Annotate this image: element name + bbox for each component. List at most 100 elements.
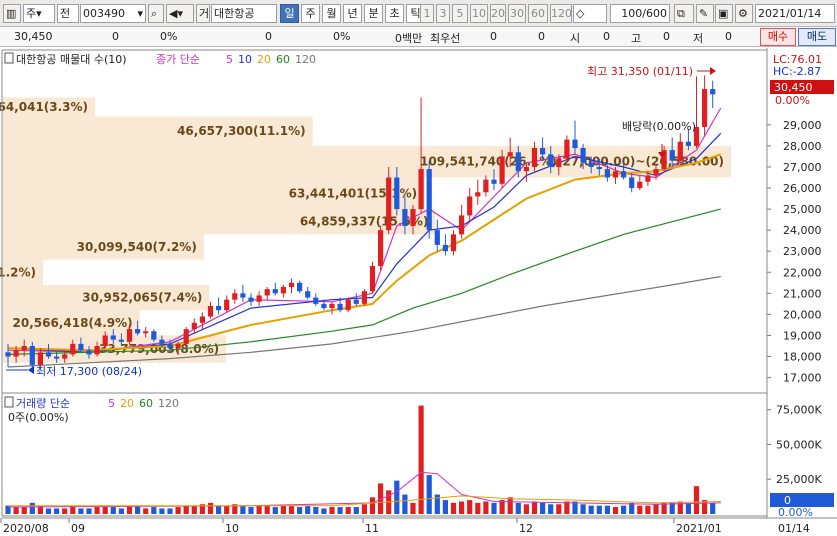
step-button-10[interactable]: 10 <box>470 4 488 23</box>
gear-icon[interactable]: ⚙ <box>735 4 753 23</box>
buy-button[interactable]: 매수 <box>760 28 796 46</box>
candle-body <box>175 343 181 349</box>
volume-bar <box>629 502 635 514</box>
prev-select[interactable]: 전 <box>57 4 79 23</box>
volume-bar <box>580 504 586 514</box>
high-label: 고 <box>631 32 642 45</box>
candle-body <box>523 166 529 172</box>
candle-body <box>685 141 691 146</box>
candle-body <box>29 345 35 365</box>
price-tick-label: 22,000 <box>783 266 822 279</box>
step-button-120[interactable]: 120 <box>550 4 572 23</box>
candle-body <box>45 352 52 357</box>
period-tab-0[interactable]: 일 <box>280 4 299 23</box>
step-button-30[interactable]: 30 <box>508 4 526 23</box>
step-button-5[interactable]: 5 <box>452 4 468 23</box>
type-select[interactable]: 주▾ <box>23 4 55 23</box>
date-field[interactable]: 2021/01/14 <box>755 4 835 23</box>
volume-bar <box>475 502 481 514</box>
trader-label: 최우선 <box>430 32 461 45</box>
volume-info: 0주(0.00%) <box>8 411 69 424</box>
candle-body <box>13 350 19 357</box>
volume-profile-label: 5,125,236(1.2%) <box>0 265 36 279</box>
candle-body <box>507 152 513 157</box>
period-tab-4[interactable]: 분 <box>364 4 383 23</box>
stock-chart: 13,964,041(3.3%)46,657,300(11.1%)109,541… <box>0 48 837 536</box>
volume-bar <box>183 505 189 514</box>
volume-bar <box>216 505 222 514</box>
volume-bar <box>596 505 602 514</box>
price-tick-label: 24,000 <box>783 224 822 237</box>
period-tab-5[interactable]: 초 <box>385 4 404 23</box>
trader-value-1: 0 <box>490 30 497 43</box>
candle-body <box>135 329 141 334</box>
volume-bar <box>523 504 529 514</box>
volume-bar <box>54 508 60 514</box>
volume-bar <box>21 507 27 514</box>
open-value: 0 <box>603 30 610 43</box>
volume-bar <box>321 508 327 514</box>
candle-body <box>467 196 473 216</box>
period-tab-3[interactable]: 년 <box>343 4 362 23</box>
step-button-1[interactable]: 1 <box>420 4 434 23</box>
step-button-60[interactable]: 60 <box>528 4 548 23</box>
step-button-20[interactable]: 20 <box>490 4 506 23</box>
volume-bar <box>653 504 659 514</box>
period-tab-2[interactable]: 월 <box>322 4 341 23</box>
ma-legend-60: 60 <box>276 53 290 66</box>
volume-bar <box>110 507 116 514</box>
candle-body <box>588 162 594 167</box>
candle-body <box>515 152 521 172</box>
volume-marker <box>770 493 834 507</box>
candle-body <box>37 352 43 365</box>
count-field[interactable]: 100/600 <box>610 4 670 23</box>
chart-area: 13,964,041(3.3%)46,657,300(11.1%)109,541… <box>0 48 837 536</box>
candle-body <box>86 350 92 355</box>
candle-body <box>459 215 465 235</box>
order-button[interactable]: 거 <box>196 4 210 23</box>
sound-icon[interactable]: ◀▾ <box>166 4 194 23</box>
candle-body <box>143 331 149 334</box>
grid-icon[interactable]: ⧉ <box>674 4 694 23</box>
price-tick-label: 29,000 <box>783 119 822 132</box>
candle-body <box>491 179 497 184</box>
sell-button[interactable]: 매도 <box>798 28 836 46</box>
current-price: 30,450 <box>14 30 53 43</box>
draw-icon[interactable]: ✎ <box>696 4 714 23</box>
ma-legend-120: 120 <box>158 397 179 410</box>
candle-body <box>540 148 546 155</box>
volume-bar <box>612 507 619 514</box>
candle-body <box>62 354 68 359</box>
candle-body <box>669 150 675 161</box>
current-price-label: 30,450 <box>774 81 813 94</box>
volume-bar <box>167 508 173 514</box>
volume-tick-label: 25,000K <box>776 473 822 486</box>
volume-bar <box>126 505 133 514</box>
price-tick-label: 23,000 <box>783 245 822 258</box>
save-icon[interactable]: ▣ <box>715 4 733 23</box>
volume-bar <box>78 508 84 514</box>
quote-bar: 30,450 0 0% 0 0% 0백만 최우선 0 0 시 0 고 0 저 0 <box>0 27 837 47</box>
volume-bar <box>94 507 100 514</box>
count-spinner[interactable]: ◇ <box>573 4 607 23</box>
chart-icon[interactable]: ▥ <box>3 4 21 23</box>
search-icon[interactable]: ⌕ <box>148 4 164 23</box>
volume-bar <box>313 507 319 514</box>
candle-body <box>78 343 84 351</box>
volume-bar <box>515 502 521 514</box>
volume-bar <box>62 508 68 514</box>
candle-body <box>483 179 489 193</box>
volume-bar <box>240 505 246 514</box>
volume-bar <box>459 501 465 514</box>
trader-value-2: 0 <box>538 30 545 43</box>
volume-bar <box>588 505 594 514</box>
x-axis-label: 2021/01 <box>676 522 722 535</box>
volume-bar <box>499 500 505 514</box>
candle-body <box>604 169 610 178</box>
code-input[interactable]: 003490 ▾ <box>80 4 146 23</box>
candle-body <box>361 291 367 304</box>
candle-body <box>288 282 295 288</box>
period-tab-1[interactable]: 주 <box>301 4 320 23</box>
candle-body <box>337 303 343 311</box>
step-button-3[interactable]: 3 <box>436 4 450 23</box>
